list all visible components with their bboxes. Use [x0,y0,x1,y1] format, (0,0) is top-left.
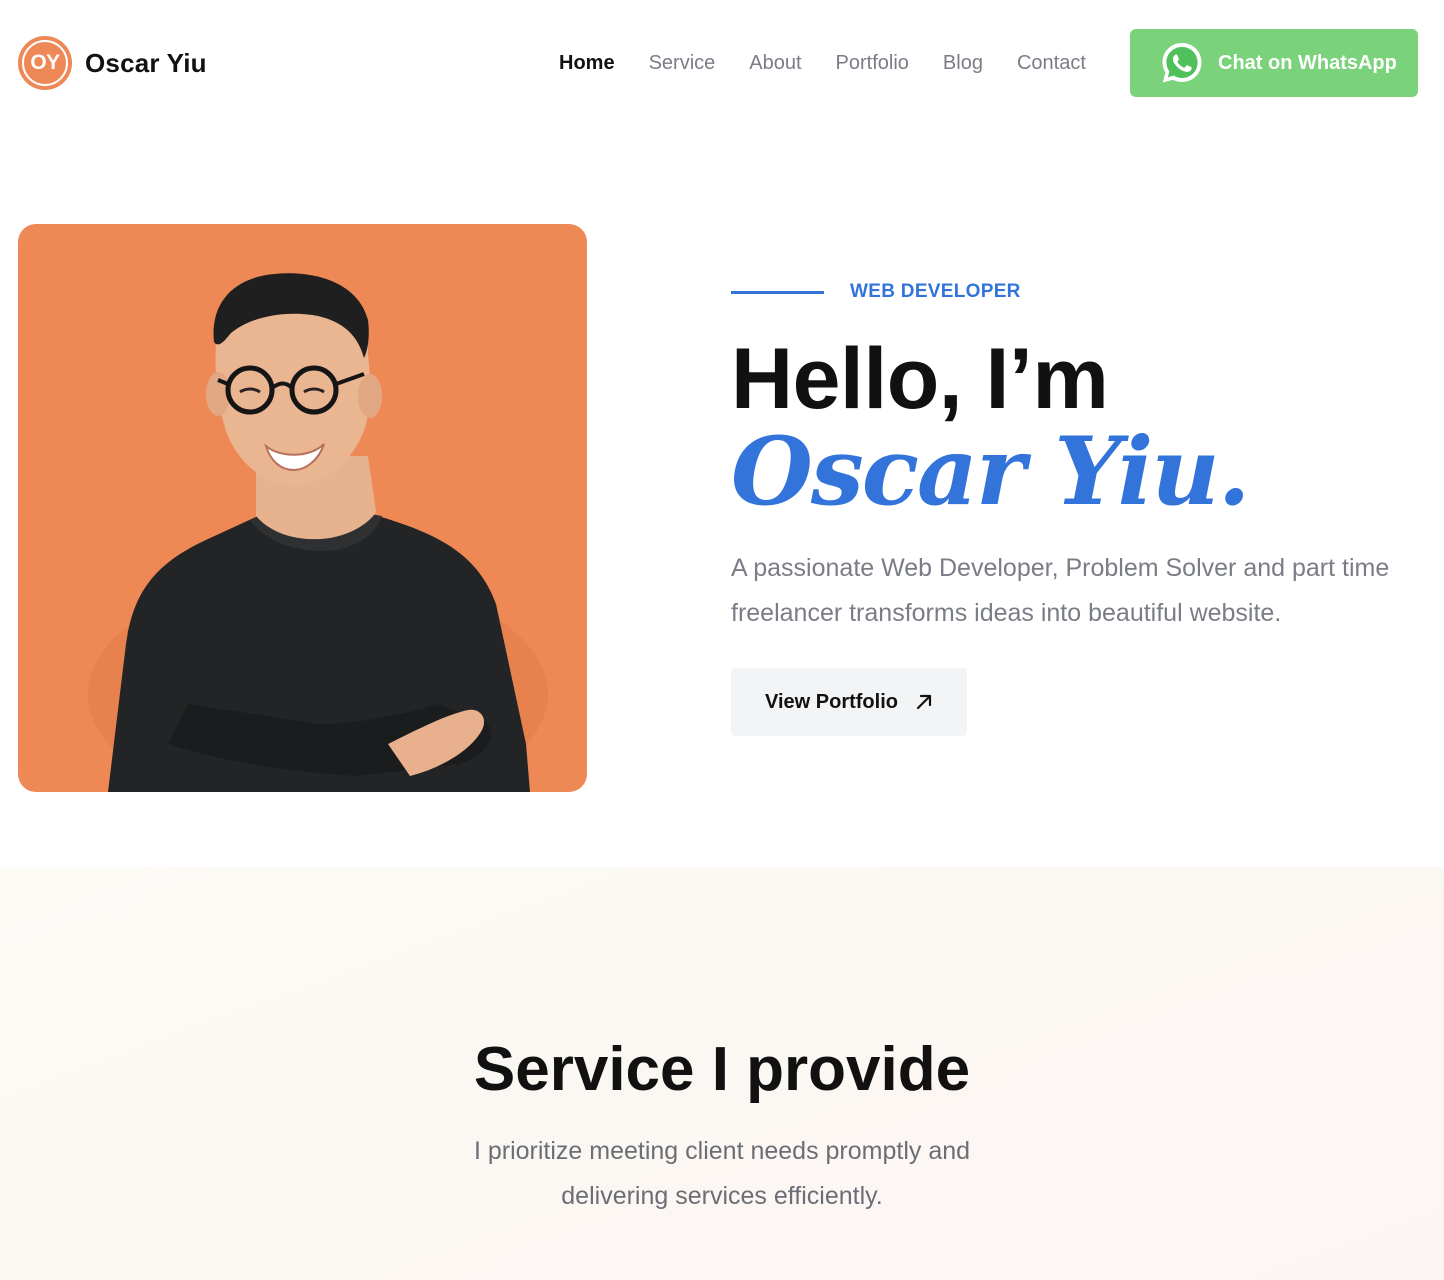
arrow-up-right-icon [916,694,932,710]
logo-initials: OY [30,51,60,74]
whatsapp-icon [1162,43,1202,83]
nav-home[interactable]: Home [559,48,615,78]
site-header: OY Oscar Yiu Home Service About Portfoli… [0,0,1444,126]
hero-intro: A passionate Web Developer, Problem Solv… [731,554,1390,627]
view-portfolio-label: View Portfolio [765,690,898,713]
nav-service[interactable]: Service [649,48,716,78]
nav-about[interactable]: About [749,48,801,78]
nav-portfolio[interactable]: Portfolio [836,48,909,78]
hero-name: Oscar Yiu. [731,417,1250,527]
eyebrow: WEB DEVELOPER [731,270,1411,314]
main-nav: Home Service About Portfolio Blog Contac… [559,48,1120,78]
view-portfolio-button[interactable]: View Portfolio [731,668,967,736]
hero-text: WEB DEVELOPER Hello, I’m Oscar Yiu. A pa… [731,270,1411,636]
whatsapp-chat-button[interactable]: Chat on WhatsApp [1130,29,1418,97]
nav-blog[interactable]: Blog [943,48,983,78]
logo[interactable]: OY Oscar Yiu [18,36,207,90]
portrait-illustration [88,273,548,792]
eyebrow-label: WEB DEVELOPER [850,281,1021,302]
eyebrow-line [731,290,824,294]
service-section: Service I provide I prioritize meeting c… [0,867,1444,1280]
logo-name: Oscar Yiu [85,47,207,78]
nav-contact[interactable]: Contact [1017,48,1086,78]
service-description: I prioritize meeting client needs prompt… [473,1137,971,1210]
hero-greeting: Hello, I’m [731,331,1109,427]
whatsapp-button-label: Chat on WhatsApp [1218,51,1397,74]
hero-portrait [18,224,587,792]
service-title: Service I provide [473,1035,971,1104]
logo-mark: OY [18,36,72,90]
